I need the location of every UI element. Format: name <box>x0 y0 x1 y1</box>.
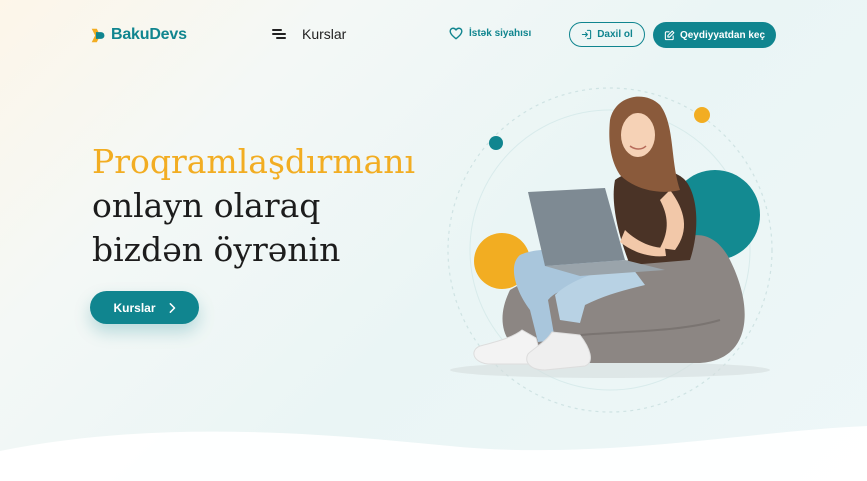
hero-courses-button[interactable]: Kurslar <box>90 291 199 324</box>
nav-courses-label: Kurslar <box>302 26 347 42</box>
brand-name-part2: Devs <box>149 26 187 43</box>
wishlist-link[interactable]: İstək siyahısı <box>449 27 531 40</box>
person-face <box>621 113 655 157</box>
brand-name: BakuDevs <box>111 26 187 44</box>
bakudevs-logo-icon <box>91 28 105 42</box>
wishlist-label: İstək siyahısı <box>469 28 532 39</box>
hero-courses-label: Kurslar <box>113 300 156 315</box>
edit-icon <box>664 30 675 40</box>
laptop-screen <box>528 188 625 266</box>
login-button[interactable]: Daxil ol <box>569 22 645 47</box>
hero-illustration <box>447 87 773 413</box>
brand-logo[interactable]: BakuDevs <box>90 26 187 44</box>
background-wave <box>0 426 867 481</box>
teal-dot <box>489 136 503 150</box>
menu-icon <box>272 28 288 40</box>
login-label: Daxil ol <box>597 29 633 40</box>
heart-icon <box>449 27 463 40</box>
register-button[interactable]: Qeydiyyatdan keç <box>653 22 776 48</box>
hero-title-line3: bizdən öyrənin <box>92 230 341 269</box>
hero-title: Proqramlaşdırmanı onlayn olaraq bizdən ö… <box>92 140 415 272</box>
nav-courses-menu[interactable]: Kurslar <box>272 26 346 42</box>
yellow-dot <box>694 107 710 123</box>
register-label: Qeydiyyatdan keç <box>679 29 766 41</box>
hero-title-line2: onlayn olaraq <box>92 186 321 225</box>
brand-name-part1: Baku <box>111 26 150 43</box>
hero-title-highlight: Proqramlaşdırmanı <box>92 142 416 181</box>
login-arrow-icon <box>582 29 592 40</box>
chevron-right-icon <box>169 302 175 313</box>
